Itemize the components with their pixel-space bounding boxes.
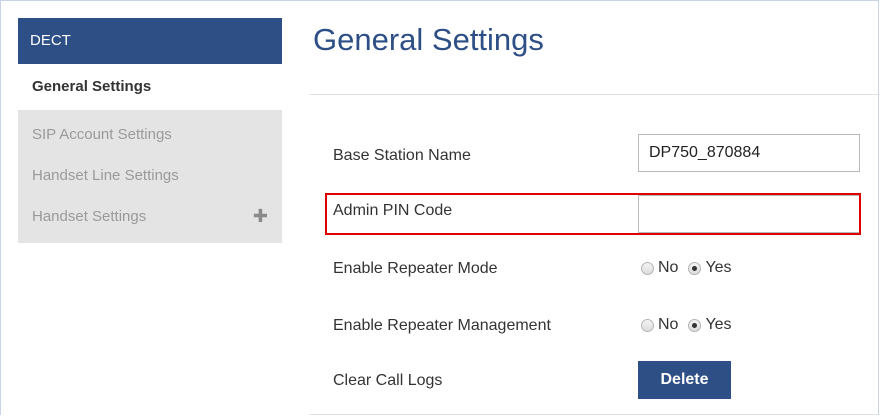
sidebar-list: SIP Account Settings Handset Line Settin… [18, 110, 282, 243]
highlight-box [325, 193, 861, 235]
sidebar-item-label: Handset Line Settings [32, 167, 179, 184]
bottom-divider [309, 414, 880, 415]
repeater-mode-yes-radio[interactable] [688, 261, 702, 275]
enable-repeater-management-label: Enable Repeater Management [333, 317, 551, 334]
sidebar-item-sip-account-settings[interactable]: SIP Account Settings [18, 114, 282, 155]
repeater-management-radio-group: No Yes [641, 316, 742, 334]
sidebar-item-label: SIP Account Settings [32, 126, 172, 143]
base-station-name-label: Base Station Name [333, 147, 471, 164]
repeater-mode-no-radio[interactable] [641, 261, 654, 275]
sidebar: DECT General Settings SIP Account Settin… [18, 18, 282, 243]
base-station-name-input[interactable] [638, 134, 860, 172]
plus-icon[interactable]: ✚ [253, 196, 268, 237]
sidebar-item-label: Handset Settings [32, 208, 147, 225]
repeater-management-yes-radio[interactable] [688, 318, 702, 332]
sidebar-item-handset-settings[interactable]: Handset Settings ✚ [18, 196, 282, 237]
sidebar-item-general-settings[interactable]: General Settings [18, 64, 282, 110]
repeater-management-no-radio[interactable] [641, 318, 654, 332]
clear-call-logs-label: Clear Call Logs [333, 372, 443, 389]
delete-button[interactable]: Delete [638, 361, 731, 399]
page-title: General Settings [313, 22, 544, 57]
radio-label-no: No [658, 259, 679, 276]
title-divider [309, 94, 880, 95]
radio-label-no: No [658, 316, 679, 333]
sidebar-item-handset-line-settings[interactable]: Handset Line Settings [18, 155, 282, 196]
sidebar-header[interactable]: DECT [18, 18, 282, 64]
radio-label-yes: Yes [705, 316, 732, 333]
repeater-mode-radio-group: No Yes [641, 259, 742, 277]
radio-label-yes: Yes [705, 259, 732, 276]
enable-repeater-mode-label: Enable Repeater Mode [333, 260, 498, 277]
